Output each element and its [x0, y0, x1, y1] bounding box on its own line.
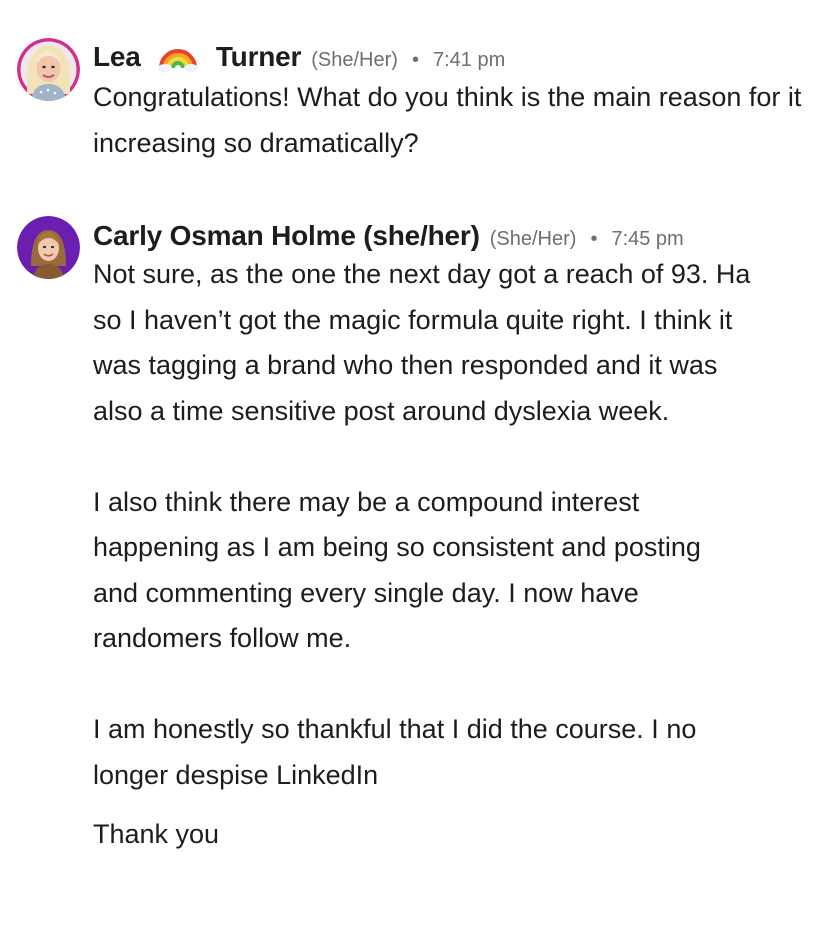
comment-paragraph: I also think there may be a compound int… [93, 486, 701, 654]
comment-paragraph: Not sure, as the one the next day got a … [93, 259, 751, 426]
separator-dot: • [411, 49, 419, 71]
pronouns-label: (She/Her) [311, 49, 398, 71]
comment-header: Lea Turner (She/Her) • 7:41 pm [93, 38, 505, 73]
avatar-lea-turner[interactable] [17, 38, 80, 101]
avatar-carly-osman-holme[interactable] [17, 216, 80, 279]
author-first-name[interactable]: Lea [93, 41, 141, 72]
comment-paragraph: Thank you [93, 819, 220, 849]
pronouns-label: (She/Her) [489, 228, 577, 250]
comment-text: Not sure, as the one the next day got a … [93, 252, 753, 858]
rainbow-icon [158, 38, 199, 72]
comment-paragraph: I am honestly so thankful that I did the… [93, 714, 697, 790]
author-name[interactable]: Carly Osman Holme (she/her) [93, 220, 480, 252]
comment-paragraph: Congratulations! What do you think is th… [93, 82, 802, 158]
comment-text: Congratulations! What do you think is th… [93, 75, 813, 166]
author-last-name[interactable]: Turner [216, 41, 302, 72]
timestamp: 7:41 pm [432, 49, 506, 71]
comment-header: Carly Osman Holme (she/her) (She/Her) • … [93, 220, 684, 252]
separator-dot: • [590, 228, 598, 250]
timestamp: 7:45 pm [611, 228, 684, 250]
author-name[interactable]: Lea Turner [93, 38, 301, 73]
